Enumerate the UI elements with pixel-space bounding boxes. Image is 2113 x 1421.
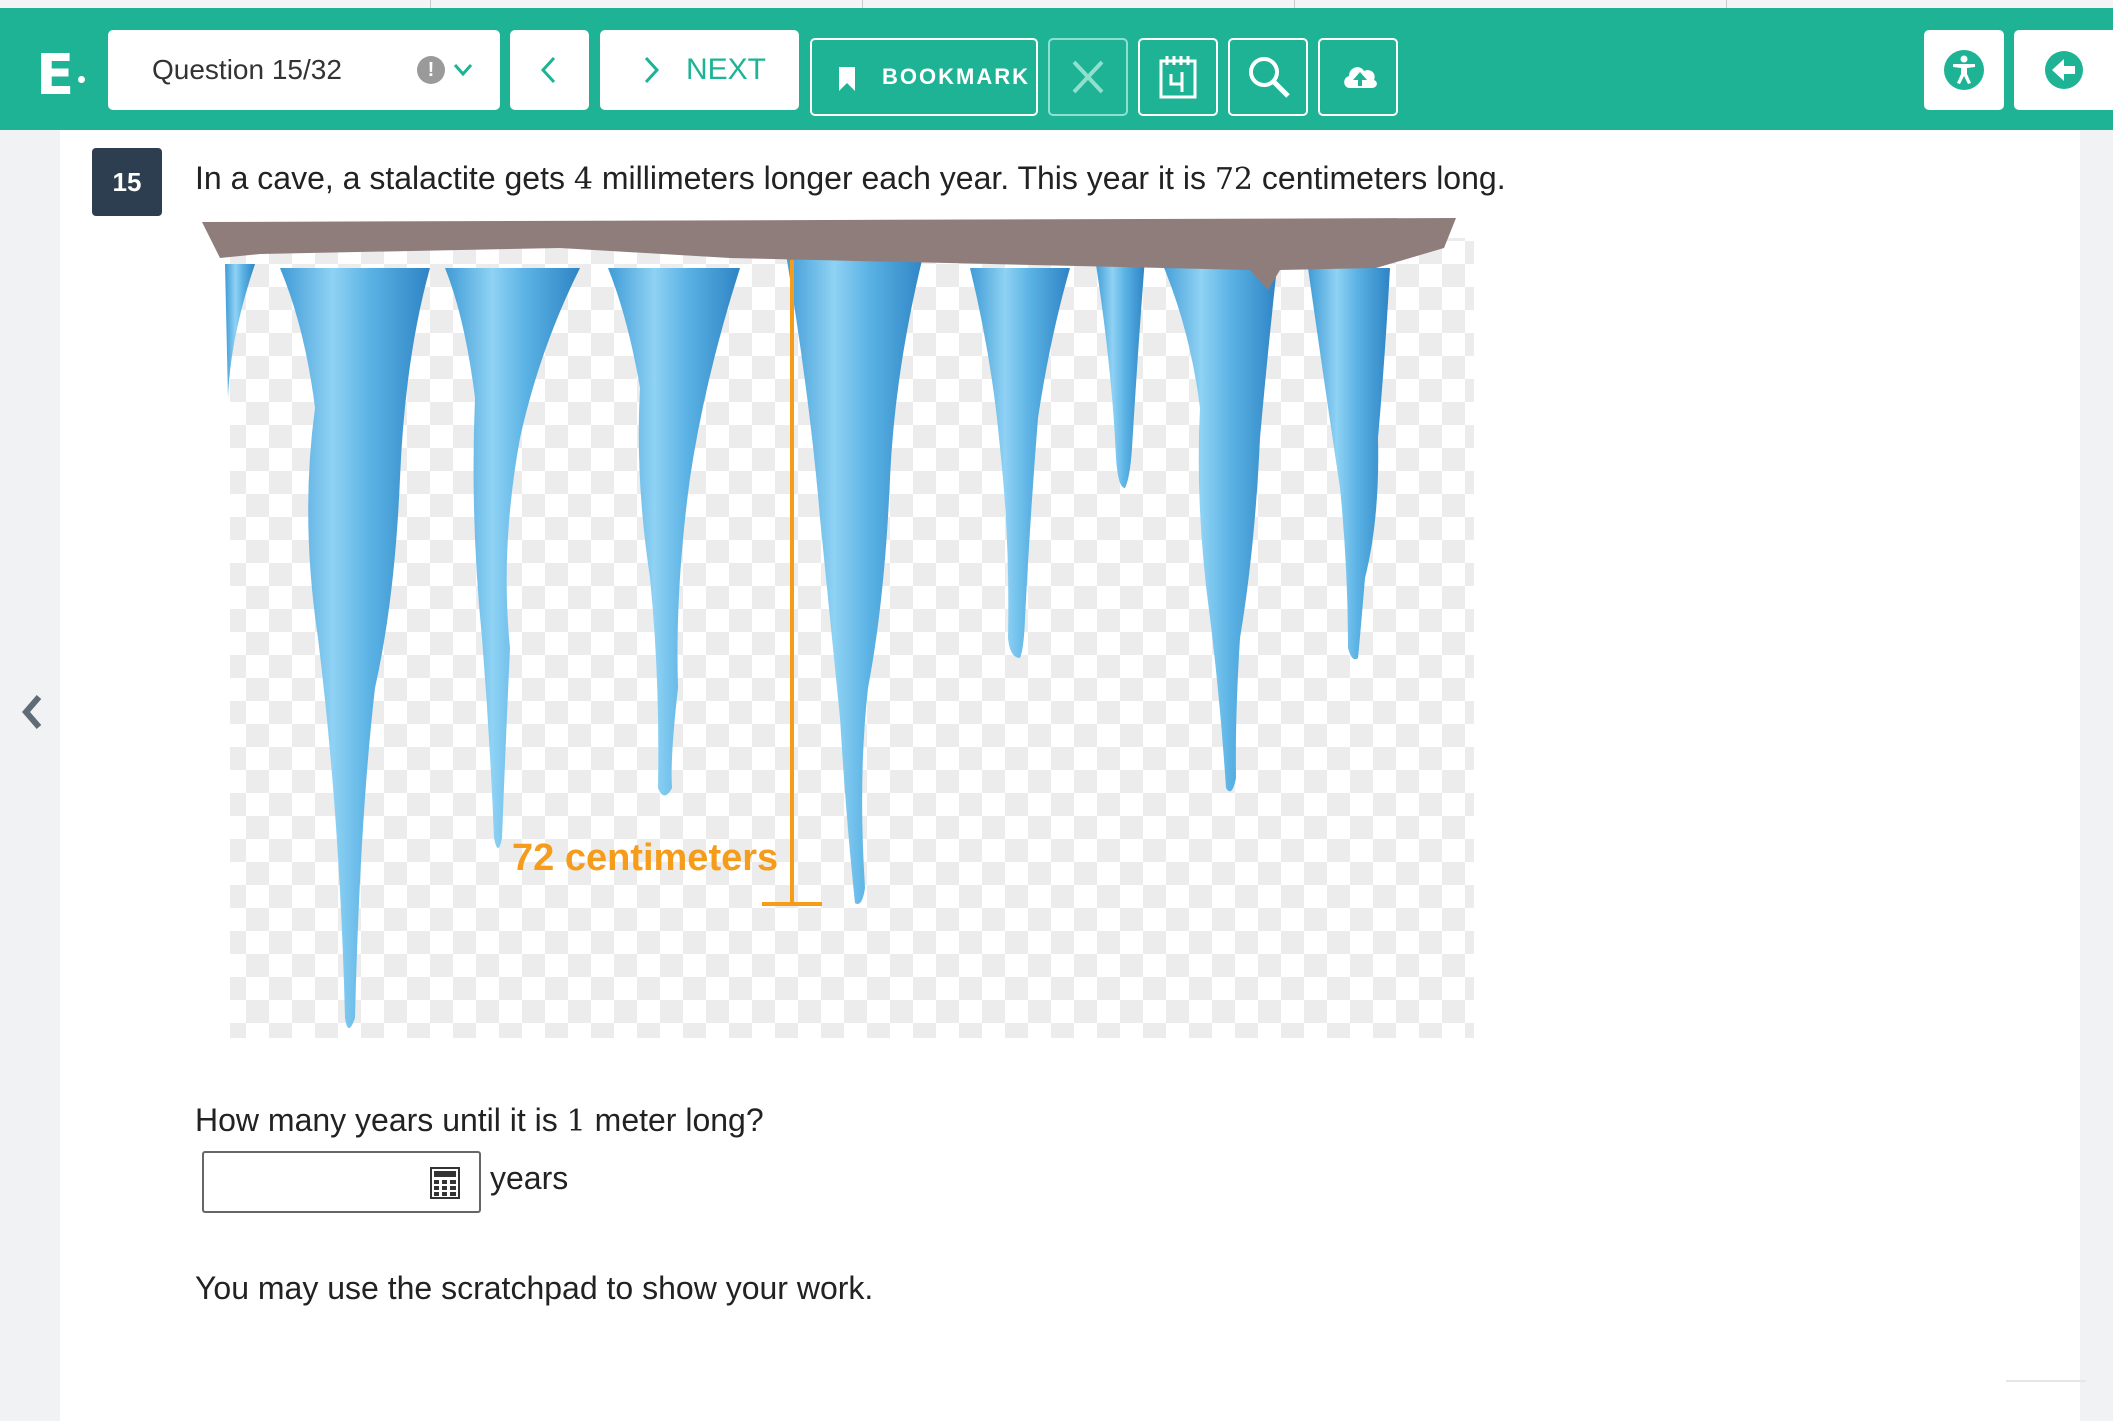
- scratchpad-icon: [1159, 56, 1197, 99]
- collapse-panel-arrow-icon[interactable]: [18, 692, 46, 732]
- bookmark-icon: [839, 67, 855, 91]
- next-button-label: NEXT: [686, 53, 767, 86]
- chevron-down-icon: [453, 64, 473, 77]
- logo-dot: [78, 76, 85, 83]
- calculator-icon[interactable]: [430, 1167, 460, 1199]
- previous-button[interactable]: [510, 30, 589, 110]
- stem-text-part-3: centimeters long.: [1261, 160, 1506, 196]
- stem-text-part-2: millimeters longer each year. This year …: [601, 160, 1206, 196]
- question-number-badge: 15: [92, 148, 162, 216]
- accessibility-icon: [1944, 50, 1984, 90]
- bookmark-button[interactable]: BOOKMARK: [810, 38, 1038, 116]
- question-prompt: How many years until it is 1 meter long?: [195, 1098, 764, 1144]
- answer-input[interactable]: [212, 1159, 416, 1207]
- answer-eliminator-button[interactable]: [1048, 38, 1128, 116]
- scratchpad-note: You may use the scratchpad to show your …: [195, 1270, 874, 1306]
- length-value: 72: [1214, 162, 1254, 197]
- answer-units: years: [490, 1160, 569, 1196]
- measurement-label: 72 centimeters: [512, 837, 778, 879]
- alert-icon: !: [417, 56, 445, 84]
- chevron-left-icon: [540, 56, 556, 84]
- question-stem: In a cave, a stalactite gets 4 millimete…: [195, 156, 1506, 202]
- prompt-text-part-2: meter long?: [594, 1102, 764, 1138]
- question-selector[interactable]: Question 15/32 !: [108, 30, 500, 110]
- prompt-text-part-1: How many years until it is: [195, 1102, 558, 1138]
- cloud-upload-icon: [1344, 67, 1377, 88]
- bookmark-button-label: BOOKMARK: [882, 64, 1030, 89]
- panel-corner-divider: [2006, 1380, 2086, 1382]
- exit-button[interactable]: [2014, 30, 2113, 110]
- answer-field[interactable]: [202, 1151, 481, 1213]
- question-selector-label: Question 15/32: [152, 54, 342, 85]
- browser-tab-strip: [0, 0, 2113, 8]
- scratchpad-button[interactable]: [1138, 38, 1218, 116]
- magnifier-button[interactable]: [1228, 38, 1308, 116]
- close-icon: [1072, 60, 1104, 94]
- save-upload-button[interactable]: [1318, 38, 1398, 116]
- stalactite-illustration: 72 centimeters: [202, 218, 1474, 1038]
- stem-text-part-1: In a cave, a stalactite gets: [195, 160, 565, 196]
- next-button[interactable]: NEXT: [600, 30, 799, 110]
- accessibility-button[interactable]: [1924, 30, 2004, 110]
- back-arrow-icon: [2045, 51, 2083, 89]
- chevron-right-icon: [644, 56, 660, 84]
- growth-value: 4: [573, 162, 593, 197]
- search-icon: [1249, 57, 1290, 98]
- target-value: 1: [566, 1104, 586, 1139]
- app-logo: E: [36, 43, 75, 108]
- test-toolbar: E Question 15/32 ! NEXT BOOKMARK: [0, 8, 2113, 130]
